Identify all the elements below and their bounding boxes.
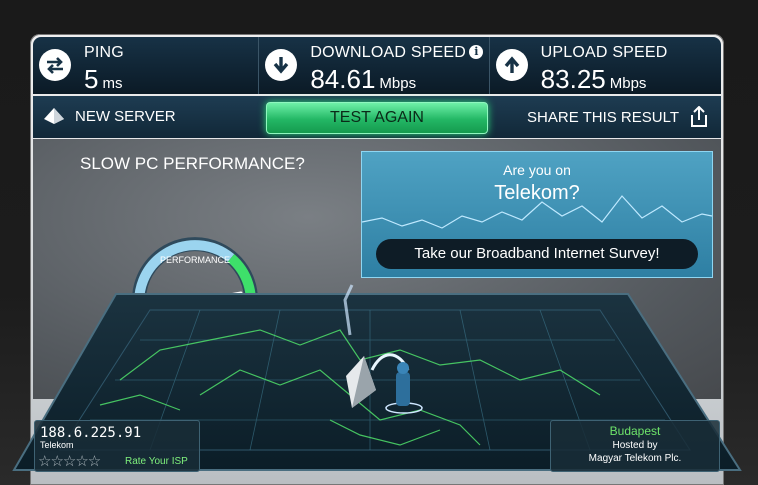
gauge-title: PERFORMANCE — [160, 255, 230, 265]
download-value: 84.61 — [310, 64, 376, 94]
upload-metric: UPLOAD SPEED 83.25 Mbps — [490, 37, 721, 94]
share-result-button[interactable]: SHARE THIS RESULT — [527, 106, 709, 128]
upload-label: UPLOAD SPEED — [540, 44, 668, 61]
rating-stars[interactable]: ☆☆☆☆☆ — [38, 452, 101, 470]
pyramid-icon — [44, 108, 64, 124]
results-bar: PING 5 ms DOWNLOAD SPEED i 84.61 Mbps UPLO… — [33, 37, 721, 94]
hosted-by-label: Hosted by — [612, 440, 658, 451]
client-ip: 188.6.225.91 — [40, 425, 142, 441]
ping-unit: ms — [102, 75, 123, 92]
upload-value-wrap: 83.25 Mbps — [541, 64, 647, 95]
download-value-wrap: 84.61 Mbps — [310, 64, 416, 95]
ad-question: Are you on — [503, 162, 571, 178]
ping-label: PING — [84, 44, 124, 61]
gauge-min: Min — [151, 312, 164, 321]
ad-isp-name: Telekom? — [494, 182, 580, 204]
performance-gauge[interactable]: PERFORMANCE Min Max — [125, 231, 265, 331]
results-area: SLOW PC PERFORMANCE? PERFORMANCE Min Max… — [33, 139, 721, 399]
survey-ad[interactable]: Are you on Telekom? Take our Broadband I… — [361, 151, 713, 278]
info-icon[interactable]: i — [469, 45, 484, 59]
upload-value: 83.25 — [540, 64, 606, 94]
download-arrow-icon — [265, 49, 298, 81]
server-info-panel: Budapest Hosted by Magyar Telekom Plc. — [550, 420, 720, 472]
client-isp: Telekom — [40, 440, 74, 450]
test-again-button[interactable]: TEST AGAIN — [266, 102, 488, 134]
survey-button[interactable]: Take our Broadband Internet Survey! — [376, 239, 698, 269]
upload-unit: Mbps — [609, 75, 647, 92]
download-metric: DOWNLOAD SPEED i 84.61 Mbps — [259, 37, 490, 95]
share-label: SHARE THIS RESULT — [527, 108, 679, 126]
action-bar: NEW SERVER TEST AGAIN SHARE THIS RESULT — [33, 96, 721, 138]
rate-isp-link[interactable]: Rate Your ISP — [125, 456, 188, 467]
client-info-panel: 188.6.225.91 Telekom ☆☆☆☆☆ Rate Your ISP — [34, 420, 200, 472]
ping-arrows-icon — [39, 49, 71, 81]
ping-metric: PING 5 ms — [33, 37, 260, 95]
server-city: Budapest — [609, 424, 661, 438]
slow-pc-headline[interactable]: SLOW PC PERFORMANCE? — [80, 154, 305, 174]
share-icon — [691, 106, 707, 127]
ping-value-wrap: 5 ms — [84, 64, 122, 95]
ping-value: 5 — [84, 64, 99, 94]
download-label: DOWNLOAD SPEED — [310, 44, 467, 61]
upload-arrow-icon — [495, 49, 528, 81]
new-server-label: NEW SERVER — [75, 107, 176, 125]
server-sponsor: Magyar Telekom Plc. — [588, 453, 682, 464]
new-server-button[interactable]: NEW SERVER — [43, 107, 176, 125]
gauge-max: Max — [225, 312, 240, 321]
download-unit: Mbps — [379, 75, 417, 92]
